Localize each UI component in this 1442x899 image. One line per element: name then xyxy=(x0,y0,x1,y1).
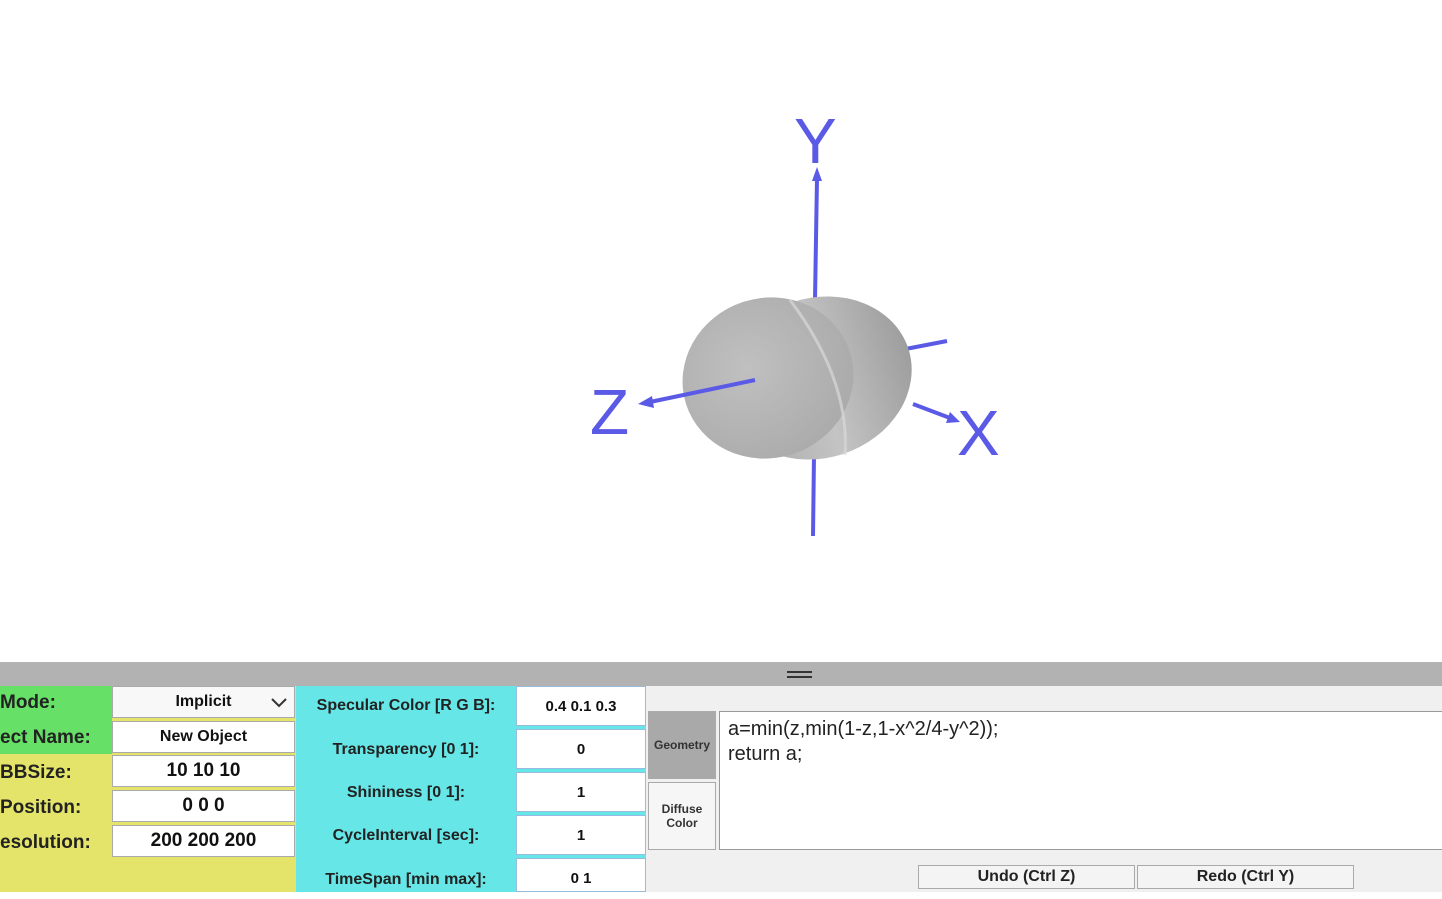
bbsize-input[interactable]: 10 10 10 xyxy=(112,755,295,787)
tab-diffuse-color[interactable]: Diffuse Color xyxy=(648,782,716,850)
specular-color-input[interactable]: 0.4 0.1 0.3 xyxy=(516,686,646,726)
shininess-input[interactable]: 1 xyxy=(516,772,646,812)
position-input[interactable]: 0 0 0 xyxy=(112,790,295,822)
y-axis-label: Y xyxy=(794,105,837,177)
resolution-label: esolution: xyxy=(0,832,91,853)
implicit-object-disk[interactable] xyxy=(661,273,933,484)
mode-label: Mode: xyxy=(0,692,56,713)
cycle-interval-input[interactable]: 1 xyxy=(516,815,646,855)
bbsize-label: BBSize: xyxy=(0,762,72,783)
object-name-label: ect Name: xyxy=(0,727,91,748)
code-editor[interactable]: a=min(z,min(1-z,1-x^2/4-y^2)); return a; xyxy=(719,711,1442,850)
mode-select-value: Implicit xyxy=(175,693,232,710)
y-axis-lower xyxy=(811,454,816,537)
z-axis-label: Z xyxy=(590,376,629,448)
timespan-input[interactable]: 0 1 xyxy=(516,858,646,892)
resolution-input[interactable]: 200 200 200 xyxy=(112,825,295,857)
tab-diffuse-color-label: Diffuse Color xyxy=(661,802,703,830)
x-axis-front xyxy=(912,402,951,420)
transparency-label: Transparency [0 1]: xyxy=(332,741,480,758)
scene-svg: Y Z X xyxy=(590,105,1000,537)
splitter-grip-icon xyxy=(787,671,812,673)
y-axis-upper xyxy=(813,177,819,301)
3d-viewport[interactable]: Y Z X xyxy=(0,0,1442,662)
cycle-interval-label: CycleInterval [sec]: xyxy=(332,827,480,844)
panel-splitter[interactable] xyxy=(0,662,1442,686)
x-axis-label: X xyxy=(957,397,1000,469)
position-label: Position: xyxy=(0,797,82,818)
z-axis-arrow xyxy=(638,396,654,408)
shininess-label: Shininess [0 1]: xyxy=(346,784,466,801)
transparency-input[interactable]: 0 xyxy=(516,729,646,769)
properties-panel: Mode: Implicit ect Name: New Object BBSi… xyxy=(0,686,1442,892)
object-name-input[interactable]: New Object xyxy=(112,721,295,753)
undo-button[interactable]: Undo (Ctrl Z) xyxy=(918,865,1135,889)
code-line: return a; xyxy=(728,743,803,765)
redo-button[interactable]: Redo (Ctrl Y) xyxy=(1137,865,1354,889)
code-line: a=min(z,min(1-z,1-x^2/4-y^2)); xyxy=(728,718,999,740)
tab-geometry[interactable]: Geometry xyxy=(648,711,716,779)
timespan-label: TimeSpan [min max]: xyxy=(325,871,487,888)
specular-color-label: Specular Color [R G B]: xyxy=(316,697,496,714)
mode-select[interactable]: Implicit xyxy=(112,686,295,718)
chevron-down-icon xyxy=(271,698,287,708)
